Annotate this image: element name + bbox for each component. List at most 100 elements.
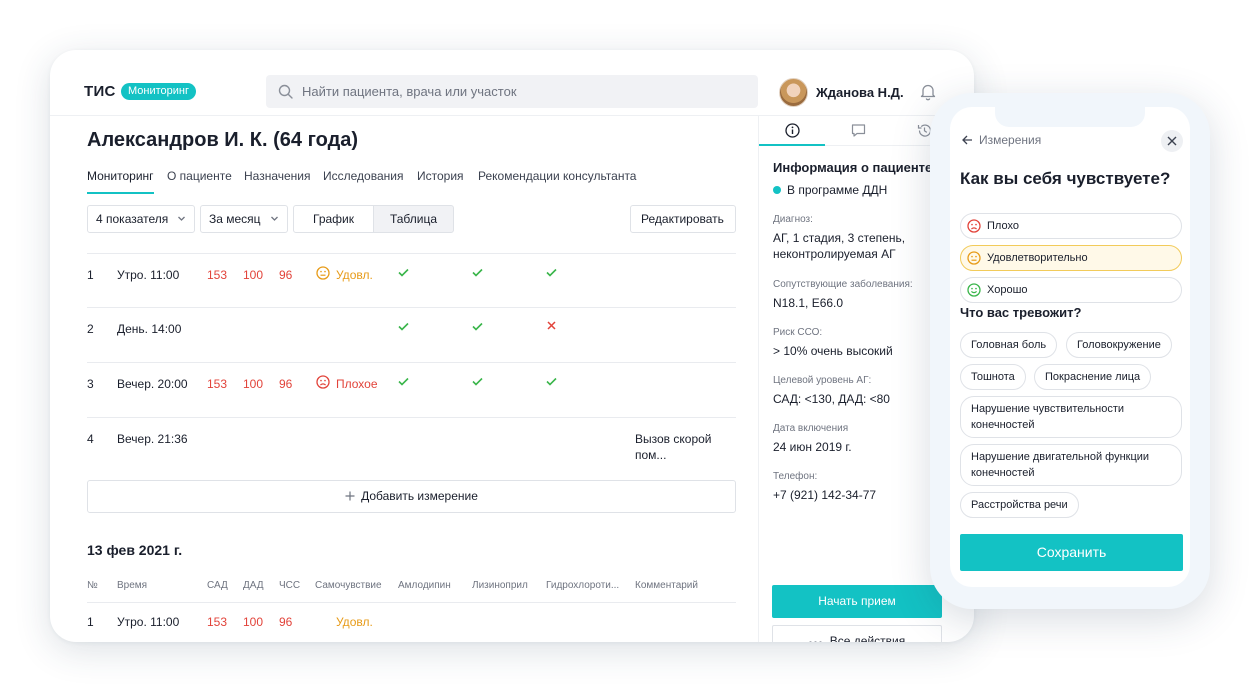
row-number: 1 — [87, 615, 94, 629]
save-button[interactable]: Сохранить — [960, 534, 1183, 571]
add-measurement-button[interactable]: Добавить измерение — [87, 480, 736, 513]
indicators-select-value: 4 показателя — [96, 212, 169, 226]
logo-badge: Мониторинг — [121, 83, 197, 100]
table-view-button[interactable]: Таблица — [373, 205, 454, 233]
row-number: 4 — [87, 432, 94, 446]
row-number: 2 — [87, 322, 94, 336]
column-header: Лизиноприл — [472, 580, 528, 591]
row-comment: Вызов скорой пом... — [635, 432, 712, 462]
row-time: Утро. 11:00 — [117, 268, 180, 282]
bell-icon[interactable] — [920, 83, 936, 101]
tab-history[interactable]: История — [417, 169, 464, 183]
column-header: ЧСС — [279, 580, 301, 591]
arrow-left-icon — [962, 135, 972, 145]
sad-face-icon — [316, 375, 330, 389]
logo[interactable]: ТИС — [84, 83, 116, 100]
phone-screen: Измерения Как вы себя чувствуете? Плохо … — [950, 107, 1190, 587]
row-hr: 96 — [279, 615, 293, 629]
avatar[interactable] — [779, 78, 808, 107]
column-header: Самочувствие — [315, 580, 382, 591]
chip-sensitivity-disorder[interactable]: Нарушение чувствительности конечностей — [960, 396, 1182, 438]
tab-monitoring[interactable]: Мониторинг — [87, 169, 154, 183]
option-good[interactable]: Хорошо — [960, 277, 1182, 303]
row-sad: 153 — [207, 377, 228, 391]
comorbidities-value: N18.1, E66.0 — [773, 296, 844, 310]
row-time: Утро. 11:00 — [117, 615, 180, 629]
program-status: В программе ДДН — [773, 183, 887, 197]
more-icon — [809, 641, 822, 642]
row-feeling: Плохое — [336, 377, 378, 391]
check-icon — [472, 268, 483, 277]
option-satisfactory[interactable]: Удовлетворительно — [960, 245, 1182, 271]
table-row[interactable]: 1 Утро. 11:00 153 100 96 Удовл. — [87, 253, 736, 308]
chat-icon — [851, 124, 866, 137]
option-label: Удовлетворительно — [987, 252, 1088, 264]
close-icon — [1167, 136, 1177, 146]
page-title: Александров И. К. (64 года) — [87, 129, 359, 151]
tab-prescriptions[interactable]: Назначения — [244, 169, 311, 183]
inclusion-date-value: 24 июн 2019 г. — [773, 440, 852, 454]
desktop-window: ТИС Мониторинг Жданова Н.Д. Александров … — [50, 50, 974, 642]
row-number: 1 — [87, 268, 94, 282]
row-time: Вечер. 21:36 — [117, 432, 188, 446]
tab-about-patient[interactable]: О пациенте — [167, 169, 232, 183]
table-row[interactable]: 2 День. 14:00 — [87, 308, 736, 363]
row-hr: 96 — [279, 377, 293, 391]
row-feeling: Удовл. — [336, 268, 373, 282]
row-time: Вечер. 20:00 — [117, 377, 188, 391]
row-hr: 96 — [279, 268, 293, 282]
start-appointment-button[interactable]: Начать прием — [772, 585, 942, 618]
option-bad[interactable]: Плохо — [960, 213, 1182, 239]
column-header: ДАД — [243, 580, 264, 591]
inclusion-date-label: Дата включения — [773, 423, 849, 434]
row-dad: 100 — [243, 377, 264, 391]
tab-studies[interactable]: Исследования — [323, 169, 403, 183]
target-bp-label: Целевой уровень АГ: — [773, 375, 872, 386]
panel-title: Информация о пациенте — [773, 160, 933, 175]
plus-icon — [345, 491, 355, 501]
indicators-select[interactable]: 4 показателя — [87, 205, 195, 233]
column-header: № — [87, 580, 98, 591]
tab-chat[interactable] — [825, 116, 891, 146]
row-sad: 153 — [207, 615, 228, 629]
date-heading: 13 фев 2021 г. — [87, 542, 183, 558]
period-select[interactable]: За месяц — [200, 205, 288, 233]
search-input[interactable] — [302, 75, 742, 108]
phone-mockup: Измерения Как вы себя чувствуете? Плохо … — [930, 93, 1210, 609]
tab-info[interactable] — [759, 116, 825, 146]
chart-view-button[interactable]: График — [293, 205, 374, 233]
program-label: В программе ДДН — [787, 183, 888, 197]
row-feeling: Удовл. — [336, 615, 373, 629]
row-dad: 100 — [243, 615, 264, 629]
chip-speech-disorder[interactable]: Расстройства речи — [960, 492, 1079, 518]
back-button[interactable]: Измерения — [962, 133, 1041, 147]
chip-headache[interactable]: Головная боль — [960, 332, 1058, 358]
divider — [87, 602, 736, 603]
check-icon — [546, 377, 557, 386]
all-actions-button[interactable]: Все действия — [772, 625, 942, 642]
tab-recommendations[interactable]: Рекомендации консультанта — [478, 169, 636, 183]
chip-dizziness[interactable]: Головокружение — [1066, 332, 1172, 358]
cross-icon — [547, 321, 556, 330]
chip-nausea[interactable]: Тошнота — [960, 364, 1026, 390]
table-row[interactable]: 3 Вечер. 20:00 153 100 96 Плохое — [87, 363, 736, 418]
cv-risk-label: Риск ССО: — [773, 327, 823, 338]
edit-button[interactable]: Редактировать — [630, 205, 736, 233]
chip-motor-disorder[interactable]: Нарушение двигательной функции конечност… — [960, 444, 1182, 486]
check-icon — [398, 268, 409, 277]
target-bp-value: САД: <130, ДАД: <80 — [773, 392, 890, 406]
phone-value: +7 (921) 142-34-77 — [773, 488, 877, 502]
search-box[interactable] — [266, 75, 758, 108]
add-measurement-label: Добавить измерение — [361, 489, 478, 503]
sad-face-icon — [967, 219, 981, 233]
close-button[interactable] — [1161, 130, 1183, 152]
check-icon — [472, 377, 483, 386]
chip-facial-redness[interactable]: Покраснение лица — [1034, 364, 1152, 390]
phone-notch — [995, 107, 1145, 127]
neutral-face-icon — [316, 266, 330, 280]
row-dad: 100 — [243, 268, 264, 282]
user-name[interactable]: Жданова Н.Д. — [816, 85, 904, 100]
option-label: Хорошо — [987, 284, 1028, 296]
column-header: Комментарий — [635, 580, 698, 591]
table-row[interactable]: 4 Вечер. 21:36 Вызов скорой пом... — [87, 418, 736, 476]
